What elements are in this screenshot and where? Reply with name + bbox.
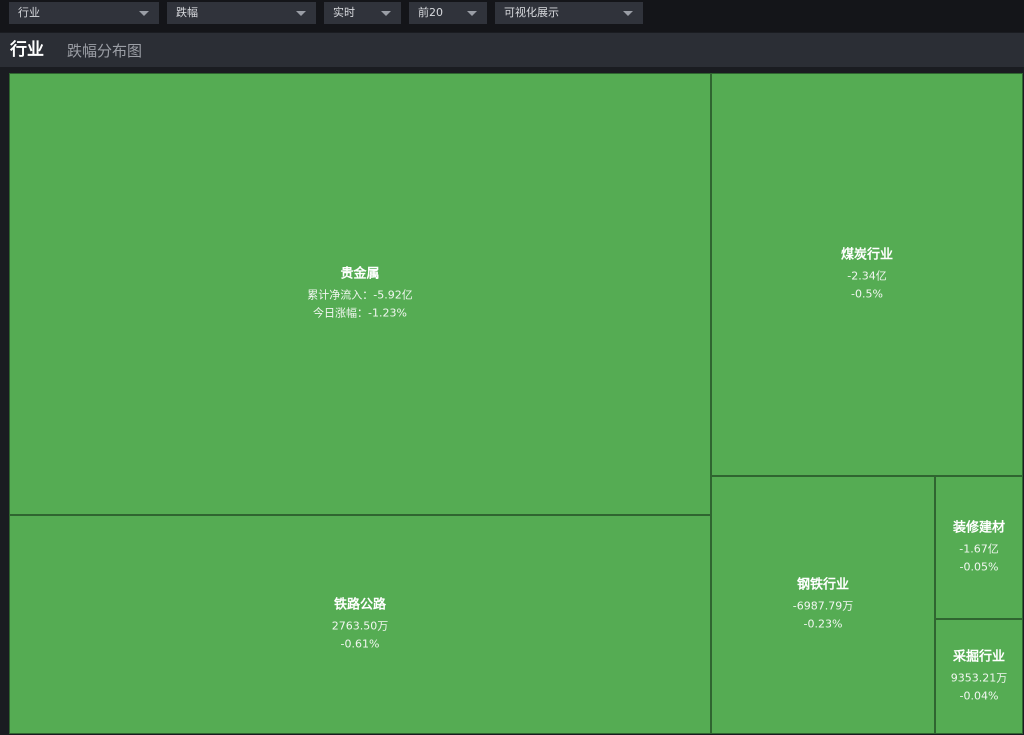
tile-net-inflow: -2.34亿 xyxy=(847,269,887,282)
metric-select[interactable]: 跌幅 xyxy=(167,2,316,24)
panel-header: 行业 跌幅分布图 xyxy=(0,33,1024,67)
tile-name: 铁路公路 xyxy=(333,597,386,612)
treemap-tile-railway-highway[interactable]: 铁路公路 2763.50万 -0.61% xyxy=(10,516,710,733)
tile-name: 钢铁行业 xyxy=(796,577,849,593)
treemap-tile-steel[interactable]: 钢铁行业 -6987.79万 -0.23% xyxy=(712,477,934,733)
treemap-tile-precious-metals[interactable]: 贵金属 累计净流入：-5.92亿 今日涨幅：-1.23% xyxy=(10,74,710,514)
category-select[interactable]: 行业 xyxy=(9,2,159,24)
treemap-chart: 贵金属 累计净流入：-5.92亿 今日涨幅：-1.23% 铁路公路 2763.5… xyxy=(9,73,1023,734)
tile-name: 煤炭行业 xyxy=(840,247,893,262)
category-select-value: 行业 xyxy=(18,6,40,19)
tile-change: -0.05% xyxy=(959,560,999,573)
tile-change: -0.23% xyxy=(803,617,843,631)
treemap-tile-decoration-materials[interactable]: 装修建材 -1.67亿 -0.05% xyxy=(936,477,1022,618)
tile-net-inflow: -1.67亿 xyxy=(959,542,999,555)
chevron-down-icon xyxy=(296,11,306,16)
tile-name: 采掘行业 xyxy=(952,649,1005,664)
tile-net-inflow: 累计净流入：-5.92亿 xyxy=(307,288,413,302)
chevron-down-icon xyxy=(139,11,149,16)
page-title: 行业 xyxy=(10,40,44,60)
tile-change: 今日涨幅：-1.23% xyxy=(313,306,407,320)
chevron-down-icon xyxy=(467,11,477,16)
tile-name: 装修建材 xyxy=(952,520,1005,535)
metric-select-value: 跌幅 xyxy=(176,6,198,19)
top-n-select[interactable]: 前20 xyxy=(409,2,487,24)
filter-toolbar: 行业 跌幅 实时 前20 可视化展示 xyxy=(0,0,1024,32)
tile-net-inflow: 2763.50万 xyxy=(331,619,389,632)
treemap-tile-mining[interactable]: 采掘行业 9353.21万 -0.04% xyxy=(936,620,1022,733)
tile-change: -0.5% xyxy=(851,287,883,300)
chevron-down-icon xyxy=(381,11,391,16)
page-subtitle: 跌幅分布图 xyxy=(67,42,143,60)
view-mode-select[interactable]: 可视化展示 xyxy=(495,2,643,24)
tile-name: 贵金属 xyxy=(340,266,380,282)
top-n-select-value: 前20 xyxy=(418,6,443,19)
time-select-value: 实时 xyxy=(333,6,355,19)
tile-change: -0.04% xyxy=(959,689,999,702)
tile-net-inflow: 9353.21万 xyxy=(950,671,1008,684)
app-window: 行业 跌幅 实时 前20 可视化展示 行业 跌幅分布图 贵金属 累计净流入：-5… xyxy=(0,0,1024,735)
tile-net-inflow: -6987.79万 xyxy=(792,599,854,613)
treemap-tile-coal[interactable]: 煤炭行业 -2.34亿 -0.5% xyxy=(712,74,1022,475)
view-mode-select-value: 可视化展示 xyxy=(504,6,559,19)
time-select[interactable]: 实时 xyxy=(324,2,401,24)
chevron-down-icon xyxy=(623,11,633,16)
tile-change: -0.61% xyxy=(340,637,380,650)
